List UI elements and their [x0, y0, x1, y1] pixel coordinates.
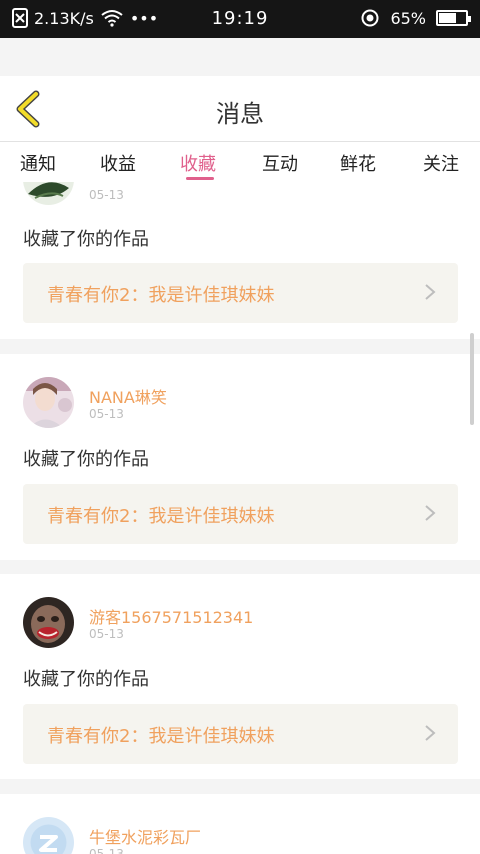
work-title: 青春有你2：我是许佳琪妹妹 [47, 726, 275, 747]
message-date: 05-13 [89, 627, 124, 641]
tab-flowers[interactable]: 鲜花 [340, 150, 376, 176]
chevron-right-icon [425, 505, 436, 521]
message-card: 游客1567571512341 05-13 收藏了你的作品 青春有你2：我是许佳… [0, 574, 480, 779]
status-right: 65% [360, 8, 471, 28]
message-date: 05-13 [89, 188, 124, 202]
work-title: 青春有你2：我是许佳琪妹妹 [47, 285, 275, 306]
page-title: 消息 [216, 100, 264, 128]
default-avatar[interactable] [23, 817, 74, 854]
tab-favorites[interactable]: 收藏 [180, 150, 216, 176]
sender-name[interactable]: NANA琳笑 [89, 384, 167, 408]
message-card: NANA琳笑 05-13 收藏了你的作品 青春有你2：我是许佳琪妹妹 [0, 354, 480, 560]
sender-name[interactable]: 游客1567571512341 [89, 604, 253, 628]
tab-bar: 通知 收益 收藏 互动 鲜花 关注 [0, 142, 480, 182]
message-list[interactable]: 05-13 收藏了你的作品 青春有你2：我是许佳琪妹妹 NANA琳笑 05-13… [0, 182, 480, 854]
header: 消息 [0, 76, 480, 142]
status-bar: 2.13K/s ••• 19:19 65% [0, 0, 480, 38]
message-card: 05-13 收藏了你的作品 青春有你2：我是许佳琪妹妹 [0, 182, 480, 339]
location-icon [361, 9, 379, 27]
work-link[interactable]: 青春有你2：我是许佳琪妹妹 [23, 704, 458, 764]
battery-fill [439, 13, 456, 23]
action-text: 收藏了你的作品 [23, 669, 149, 690]
action-text: 收藏了你的作品 [23, 449, 149, 470]
portrait-avatar[interactable] [23, 377, 74, 428]
tab-earnings[interactable]: 收益 [100, 150, 136, 176]
chevron-right-icon [425, 284, 436, 300]
chevron-right-icon [425, 725, 436, 741]
scrollbar[interactable] [470, 333, 474, 425]
tab-follows[interactable]: 关注 [423, 150, 459, 176]
message-date: 05-13 [89, 407, 124, 421]
top-spacer [0, 38, 480, 76]
battery-icon [436, 10, 471, 26]
tab-notifications[interactable]: 通知 [20, 150, 56, 176]
leaf-avatar[interactable] [23, 182, 74, 205]
message-date: 05-13 [89, 847, 124, 854]
battery-percent: 65% [390, 8, 426, 28]
work-link[interactable]: 青春有你2：我是许佳琪妹妹 [23, 484, 458, 544]
message-card: 牛堡水泥彩瓦厂 05-13 [0, 794, 480, 854]
tab-active-indicator [186, 177, 214, 180]
action-text: 收藏了你的作品 [23, 229, 149, 250]
face-avatar[interactable] [23, 597, 74, 648]
work-title: 青春有你2：我是许佳琪妹妹 [47, 506, 275, 527]
tab-interaction[interactable]: 互动 [262, 150, 298, 176]
sender-name[interactable]: 牛堡水泥彩瓦厂 [89, 824, 201, 848]
work-link[interactable]: 青春有你2：我是许佳琪妹妹 [23, 263, 458, 323]
